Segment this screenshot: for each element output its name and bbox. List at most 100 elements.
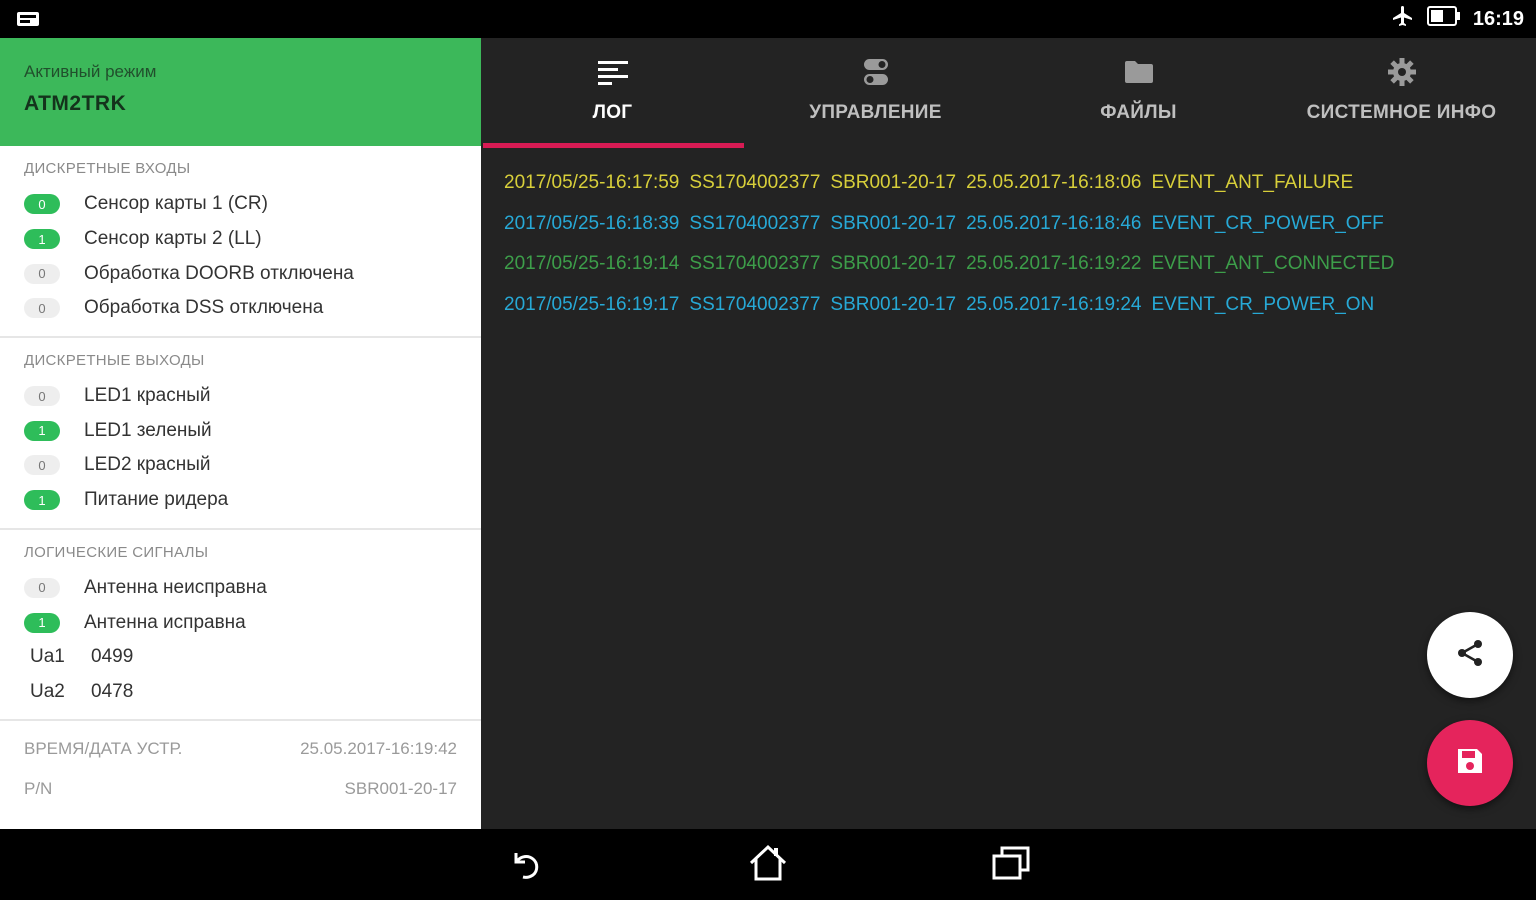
voltage-value: 0499	[91, 646, 134, 668]
log-part-number: SBR001-20-17	[830, 212, 957, 234]
log-event: EVENT_ANT_FAILURE	[1151, 172, 1354, 193]
toggle-switches-icon	[860, 56, 892, 88]
section-title: ЛОГИЧЕСКИЕ СИГНАЛЫ	[24, 543, 209, 561]
tab-control[interactable]: УПРАВЛЕНИЕ	[744, 38, 1007, 148]
log-serial: SS1704002377	[689, 293, 821, 315]
voltage-row: Ua1 0499	[24, 640, 457, 675]
info-row: P/N SBR001-20-17	[0, 769, 481, 809]
log-serial: SS1704002377	[689, 253, 821, 274]
log-event: EVENT_CR_POWER_OFF	[1151, 212, 1384, 234]
log-timestamp: 2017/05/25-16:19:14	[504, 253, 680, 274]
log-event-time: 25.05.2017-16:19:22	[966, 253, 1142, 274]
share-icon	[1454, 637, 1486, 674]
info-value: SBR001-20-17	[344, 779, 457, 799]
save-button[interactable]	[1427, 720, 1513, 806]
notification-icon	[16, 10, 40, 28]
voltage-value: 0478	[91, 680, 134, 702]
home-button[interactable]	[746, 843, 790, 887]
status-bar: 16:19	[0, 0, 1536, 38]
signal-label: LED1 зеленый	[84, 419, 212, 441]
signal-label: LED1 красный	[84, 385, 211, 407]
log-entry: 2017/05/25-16:18:39 SS1704002377 SBR001-20…	[504, 213, 1404, 254]
signal-label: Антенна неисправна	[84, 576, 267, 598]
log-timestamp: 2017/05/25-16:17:59	[504, 172, 680, 193]
discrete-outputs-section: ДИСКРЕТНЫЕ ВЫХОДЫ 0 LED1 красный 1 LED1 …	[0, 338, 481, 530]
signal-row: 0 LED2 красный	[24, 448, 457, 483]
signal-row: 0 Обработка DSS отключена	[24, 291, 457, 326]
tab-label: УПРАВЛЕНИЕ	[809, 102, 942, 123]
signal-row: 0 Сенсор карты 1 (CR)	[24, 187, 457, 222]
signal-row: 0 Антенна неисправна	[24, 571, 457, 606]
signal-state-badge: 0	[24, 298, 60, 319]
log-list-icon	[597, 56, 629, 88]
signal-row: 1 Антенна исправна	[24, 605, 457, 640]
log-part-number: SBR001-20-17	[830, 293, 957, 315]
device-info: ВРЕМЯ/ДАТА УСТР. 25.05.2017-16:19:42 P/N…	[0, 721, 481, 809]
log-list: 2017/05/25-16:17:59 SS1704002377 SBR001-20…	[504, 172, 1404, 334]
tab-log[interactable]: ЛОГ	[481, 38, 744, 148]
log-event-time: 25.05.2017-16:18:06	[966, 172, 1142, 193]
logic-signals-section: ЛОГИЧЕСКИЕ СИГНАЛЫ 0 Антенна неисправна …	[0, 530, 481, 722]
signal-label: Обработка DOORB отключена	[84, 262, 354, 284]
signal-state-badge: 1	[24, 420, 60, 441]
section-title: ДИСКРЕТНЫЕ ВХОДЫ	[24, 160, 191, 177]
active-tab-indicator	[483, 143, 744, 148]
log-serial: SS1704002377	[689, 212, 821, 234]
gear-icon	[1386, 56, 1418, 88]
log-part-number: SBR001-20-17	[830, 253, 957, 274]
tab-system-info[interactable]: СИСТЕМНОЕ ИНФО	[1270, 38, 1533, 148]
signal-state-badge: 0	[24, 455, 60, 476]
recents-icon	[990, 844, 1032, 887]
signal-state-badge: 0	[24, 577, 60, 598]
tab-bar: ЛОГ УПРАВЛЕНИЕ ФАЙЛЫ СИСТЕМНОЕ ИНФО	[481, 38, 1536, 148]
section-title: ДИСКРЕТНЫЕ ВЫХОДЫ	[24, 351, 205, 369]
signal-label: LED2 красный	[84, 454, 211, 476]
signal-label: Сенсор карты 2 (LL)	[84, 228, 262, 250]
log-entry: 2017/05/25-16:19:17 SS1704002377 SBR001-20…	[504, 294, 1404, 335]
signal-label: Сенсор карты 1 (CR)	[84, 193, 268, 215]
signal-state-badge: 1	[24, 229, 60, 250]
device-status-panel: Активный режим ATM2TRK ДИСКРЕТНЫЕ ВХОДЫ …	[0, 38, 481, 829]
info-label: P/N	[24, 779, 53, 799]
log-timestamp: 2017/05/25-16:19:17	[504, 293, 680, 315]
active-mode-header: Активный режим ATM2TRK	[0, 38, 481, 146]
signal-state-badge: 0	[24, 194, 60, 215]
log-entry: 2017/05/25-16:19:14 SS1704002377 SBR001-20…	[504, 253, 1404, 294]
home-icon	[747, 843, 789, 888]
signal-row: 1 LED1 зеленый	[24, 413, 457, 448]
log-timestamp: 2017/05/25-16:18:39	[504, 212, 680, 234]
save-icon	[1454, 745, 1486, 782]
back-button[interactable]	[504, 843, 548, 887]
tab-files[interactable]: ФАЙЛЫ	[1007, 38, 1270, 148]
main-content: ЛОГ УПРАВЛЕНИЕ ФАЙЛЫ СИСТЕМНОЕ ИНФО 2017…	[481, 38, 1536, 829]
tab-label: ЛОГ	[592, 102, 633, 123]
log-entry: 2017/05/25-16:17:59 SS1704002377 SBR001-20…	[504, 172, 1404, 213]
clock: 16:19	[1472, 7, 1524, 30]
signal-row: 0 Обработка DOORB отключена	[24, 256, 457, 291]
recents-button[interactable]	[989, 843, 1033, 887]
signal-state-badge: 1	[24, 612, 60, 633]
voltage-name: Ua2	[30, 680, 65, 702]
log-event-time: 25.05.2017-16:19:24	[966, 293, 1142, 315]
signal-row: 1 Сенсор карты 2 (LL)	[24, 222, 457, 257]
voltage-name: Ua1	[30, 646, 65, 668]
signal-label: Питание ридера	[84, 489, 229, 511]
share-button[interactable]	[1427, 612, 1513, 698]
info-value: 25.05.2017-16:19:42	[300, 739, 457, 759]
tab-label: СИСТЕМНОЕ ИНФО	[1306, 102, 1497, 123]
signal-state-badge: 1	[24, 490, 60, 511]
log-part-number: SBR001-20-17	[830, 172, 957, 193]
info-row: ВРЕМЯ/ДАТА УСТР. 25.05.2017-16:19:42	[0, 729, 481, 769]
signal-label: Антенна исправна	[84, 611, 246, 633]
log-serial: SS1704002377	[689, 172, 821, 193]
log-event: EVENT_ANT_CONNECTED	[1151, 253, 1395, 274]
active-mode-value: ATM2TRK	[24, 92, 127, 115]
airplane-mode-icon	[1391, 4, 1415, 34]
signal-state-badge: 0	[24, 263, 60, 284]
active-mode-label: Активный режим	[24, 62, 157, 81]
info-label: ВРЕМЯ/ДАТА УСТР.	[24, 739, 183, 759]
log-event-time: 25.05.2017-16:18:46	[966, 212, 1142, 234]
navigation-bar	[0, 829, 1536, 900]
signal-row: 1 Питание ридера	[24, 483, 457, 518]
back-icon	[506, 843, 546, 888]
